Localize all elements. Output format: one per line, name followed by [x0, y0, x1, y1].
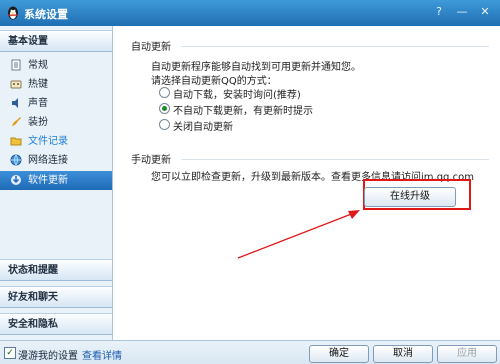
sidebar-item-label: 网络连接 — [28, 155, 68, 166]
sidebar-item-label: 热键 — [28, 79, 48, 90]
cancel-button[interactable]: 取消 — [373, 345, 433, 363]
sidebar-item-file-records[interactable]: 文件记录 — [0, 132, 112, 151]
option-label[interactable]: 不自动下载更新，有更新时提示 — [173, 102, 313, 117]
brush-icon — [12, 117, 21, 126]
apply-button[interactable]: 应用 — [437, 345, 497, 363]
settings-window: 系统设置 ? — ✕ 基本设置 常规 热键 声音 装扮 文件记录 网络连接 软件… — [0, 0, 500, 364]
sidebar: 基本设置 常规 热键 声音 装扮 文件记录 网络连接 软件更新 状态和提醒 好友… — [0, 26, 113, 340]
update-icon — [11, 175, 21, 185]
view-details-link[interactable]: 查看详情 — [82, 347, 122, 362]
auto-update-prompt: 请选择自动更新QQ的方式： — [151, 76, 277, 87]
radio-notify-only[interactable] — [159, 103, 170, 114]
sidebar-item-label: 常规 — [28, 60, 48, 71]
sidebar-item-label: 文件记录 — [28, 136, 68, 147]
roaming-settings-checkbox[interactable]: ✓ — [4, 347, 16, 359]
roaming-settings-label[interactable]: 漫游我的设置 — [18, 347, 78, 362]
sidebar-item-label: 装扮 — [28, 117, 48, 128]
close-button[interactable]: ✕ — [474, 3, 496, 21]
folder-icon — [10, 137, 22, 146]
sidebar-item-sound[interactable]: 声音 — [0, 94, 112, 113]
radio-auto-download[interactable] — [159, 87, 170, 98]
sidebar-item-software-update[interactable]: 软件更新 — [0, 171, 112, 190]
radio-disable-auto-update[interactable] — [159, 119, 170, 130]
auto-update-description: 自动更新程序能够自动找到可用更新并通知您。 — [151, 62, 361, 73]
qq-penguin-icon — [8, 6, 18, 20]
online-upgrade-button[interactable]: 在线升级 — [364, 187, 456, 207]
bottom-bar: ✓ 漫游我的设置 查看详情 确定 取消 应用 — [0, 340, 500, 364]
document-icon — [11, 59, 21, 71]
sidebar-item-label: 软件更新 — [28, 175, 68, 186]
sidebar-item-appearance[interactable]: 装扮 — [0, 113, 112, 132]
sidebar-item-network[interactable]: 网络连接 — [0, 151, 112, 170]
sidebar-item-label: 声音 — [28, 98, 48, 109]
section-status-reminders[interactable]: 状态和提醒 — [0, 259, 112, 281]
keyboard-icon — [10, 80, 22, 89]
ok-button[interactable]: 确定 — [309, 345, 369, 363]
option-label[interactable]: 关闭自动更新 — [173, 118, 233, 133]
section-basic-settings[interactable]: 基本设置 — [0, 30, 112, 52]
window-title: 系统设置 — [24, 8, 68, 21]
manual-update-group-title: 手动更新 — [131, 155, 171, 166]
minimize-button[interactable]: — — [451, 3, 473, 21]
settings-content: 自动更新 自动更新程序能够自动找到可用更新并通知您。 请选择自动更新QQ的方式：… — [113, 26, 500, 340]
section-friends-chat[interactable]: 好友和聊天 — [0, 286, 112, 308]
section-security-privacy[interactable]: 安全和隐私 — [0, 313, 112, 335]
help-button[interactable]: ? — [428, 3, 450, 21]
speaker-icon — [12, 98, 18, 108]
group-divider — [181, 159, 489, 160]
group-divider — [181, 46, 489, 47]
auto-update-group-title: 自动更新 — [131, 42, 171, 53]
sidebar-item-hotkeys[interactable]: 热键 — [0, 75, 112, 94]
title-bar[interactable]: 系统设置 ? — ✕ — [0, 0, 500, 26]
option-label[interactable]: 自动下载，安装时询问(推荐) — [173, 86, 301, 101]
network-icon — [10, 154, 22, 166]
sidebar-item-general[interactable]: 常规 — [0, 56, 112, 75]
